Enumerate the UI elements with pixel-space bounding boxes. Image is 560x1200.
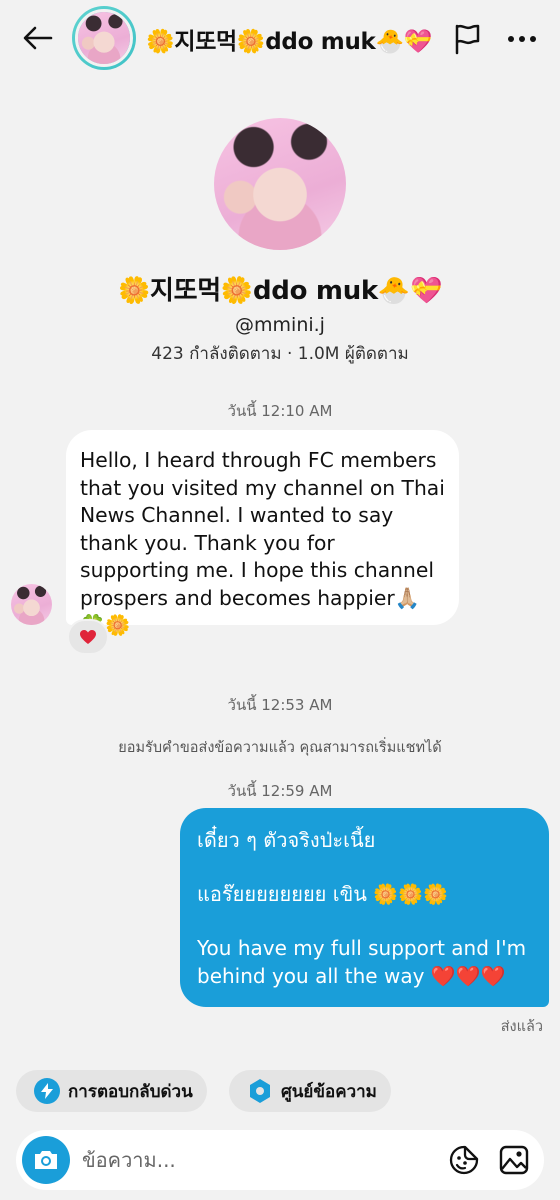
- message-input[interactable]: [82, 1142, 422, 1178]
- more-options-button[interactable]: [502, 22, 542, 56]
- report-button[interactable]: [450, 22, 484, 56]
- gallery-button[interactable]: [498, 1144, 530, 1176]
- flag-icon: [455, 24, 480, 55]
- outgoing-message-bubble[interactable]: เดี๋ยว ๆ ตัวจริงป่ะเนี้ย แอร๊ยยยยยยยย เข…: [180, 808, 549, 1007]
- profile-stats: 423 กำลังติดตาม · 1.0M ผู้ติดตาม: [151, 344, 409, 364]
- quick-reply-button[interactable]: การตอบกลับด่วน: [16, 1070, 207, 1112]
- avatar-image: [214, 118, 346, 250]
- timestamp: วันนี้ 12:53 AM: [227, 696, 333, 714]
- header-avatar[interactable]: [72, 6, 136, 70]
- timestamp: วันนี้ 12:10 AM: [227, 402, 333, 420]
- hexagon-icon: [247, 1078, 273, 1104]
- camera-icon: [35, 1151, 57, 1169]
- gallery-icon: [499, 1145, 529, 1175]
- avatar-image: [11, 584, 52, 625]
- camera-button[interactable]: [22, 1136, 70, 1184]
- conversation-header: 🌼지또먹🌼ddo muk🐣💝: [0, 0, 560, 76]
- heart-reaction[interactable]: [67, 619, 109, 655]
- system-message: ยอมรับคำขอส่งข้อความแล้ว คุณสามารถเริ่มแ…: [118, 740, 442, 756]
- more-horizontal-icon: [508, 36, 536, 42]
- sticker-icon: [449, 1145, 479, 1175]
- message-center-button[interactable]: ศูนย์ข้อความ: [229, 1070, 391, 1112]
- sticker-button[interactable]: [448, 1144, 480, 1176]
- quick-reply-label: การตอบกลับด่วน: [68, 1081, 193, 1102]
- lightning-icon: [34, 1078, 60, 1104]
- message-center-label: ศูนย์ข้อความ: [281, 1081, 377, 1102]
- header-title[interactable]: 🌼지또먹🌼ddo muk🐣💝: [146, 22, 433, 56]
- message-line: แอร๊ยยยยยยยย เขิน 🌼🌼🌼: [197, 882, 448, 906]
- message-line: เดี๋ยว ๆ ตัวจริงป่ะเนี้ย: [197, 828, 376, 852]
- avatar-image: [78, 12, 130, 64]
- message-composer: [16, 1130, 544, 1190]
- arrow-left-icon: [23, 26, 53, 50]
- sender-avatar[interactable]: [11, 584, 52, 625]
- back-button[interactable]: [18, 20, 58, 56]
- message-line: behind you all the way ❤️❤️❤️: [197, 964, 506, 988]
- profile-name: 🌼지또먹🌼ddo muk🐣💝: [117, 276, 443, 306]
- profile-handle: @mmini.j: [235, 314, 325, 336]
- profile-avatar[interactable]: [214, 118, 346, 250]
- heart-icon: [80, 630, 96, 644]
- timestamp: วันนี้ 12:59 AM: [227, 782, 333, 800]
- sent-status: ส่งแล้ว: [500, 1019, 543, 1035]
- message-line: You have my full support and I'm: [197, 936, 527, 960]
- incoming-message-bubble[interactable]: Hello, I heard through FC members that y…: [66, 430, 459, 637]
